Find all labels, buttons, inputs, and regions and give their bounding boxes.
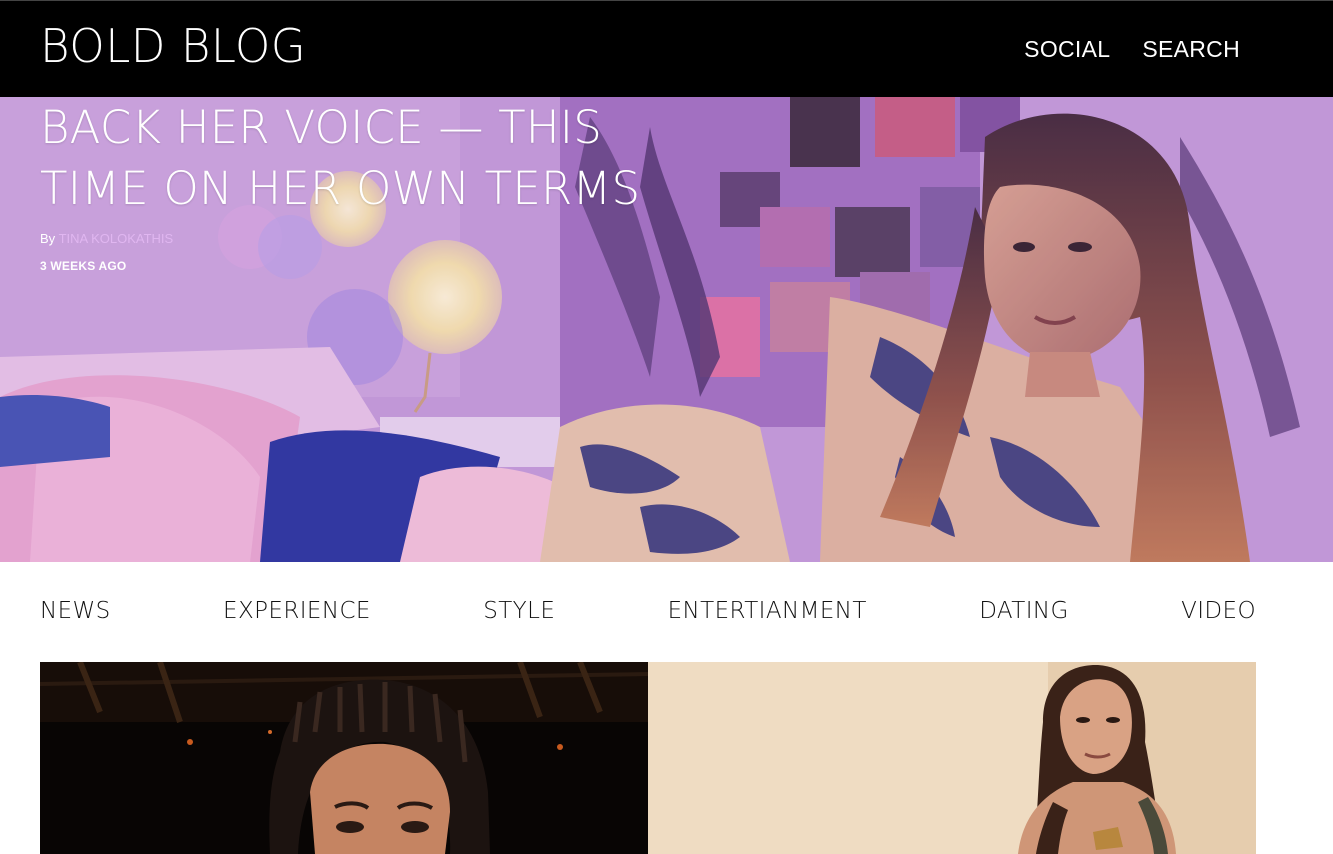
byline-prefix: By: [40, 231, 56, 246]
article-card-image: [40, 662, 648, 854]
hero-title-line-1[interactable]: BACK HER VOICE — THIS: [40, 101, 602, 154]
category-news[interactable]: NEWS: [40, 598, 111, 624]
category-style[interactable]: STYLE: [483, 598, 555, 624]
hero-feature[interactable]: BACK HER VOICE — THIS TIME ON HER OWN TE…: [0, 97, 1333, 562]
category-nav: NEWS EXPERIENCE STYLE ENTERTIANMENT DATI…: [40, 598, 1256, 624]
author-link[interactable]: TINA KOLOKATHIS: [59, 231, 174, 246]
site-header: BOLD BLOG SOCIAL SEARCH: [0, 0, 1333, 97]
top-nav: SOCIAL SEARCH: [1024, 36, 1240, 63]
site-logo[interactable]: BOLD BLOG: [40, 23, 306, 69]
post-timestamp: 3 WEEKS AGO: [40, 259, 127, 273]
category-entertainment[interactable]: ENTERTIANMENT: [668, 598, 867, 624]
nav-social[interactable]: SOCIAL: [1024, 36, 1110, 63]
category-video[interactable]: VIDEO: [1181, 598, 1256, 624]
category-dating[interactable]: DATING: [979, 598, 1069, 624]
byline: By TINA KOLOKATHIS: [40, 231, 173, 246]
hero-title[interactable]: BACK HER VOICE — THIS TIME ON HER OWN TE…: [40, 97, 680, 219]
nav-search[interactable]: SEARCH: [1142, 36, 1240, 63]
article-card[interactable]: [648, 662, 1256, 854]
article-card[interactable]: [40, 662, 648, 854]
category-experience[interactable]: EXPERIENCE: [223, 598, 371, 624]
hero-title-line-2[interactable]: TIME ON HER OWN TERMS: [40, 162, 640, 215]
article-card-image: [648, 662, 1256, 854]
